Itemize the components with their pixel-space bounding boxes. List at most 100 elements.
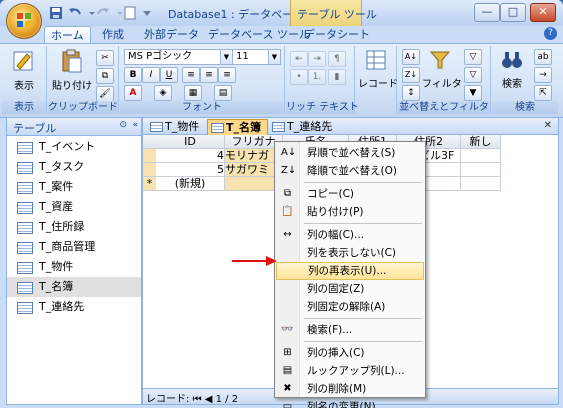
select-all-cell[interactable] — [143, 135, 157, 149]
italic-icon[interactable]: I — [142, 67, 160, 83]
table-cell[interactable] — [461, 163, 501, 177]
font-name-select[interactable]: MS Pゴシック ▼ — [124, 49, 233, 65]
close-document-icon[interactable]: ✕ — [544, 120, 552, 131]
nav-item[interactable]: T_商品管理 — [7, 237, 141, 257]
cut-icon[interactable]: ✂ — [96, 50, 114, 66]
format-painter-icon[interactable]: 🖌 — [96, 86, 114, 102]
align-left-icon[interactable]: ≡ — [182, 67, 200, 83]
table-cell[interactable]: (新規) — [156, 177, 225, 191]
row-selector[interactable] — [143, 149, 157, 163]
sort-descending-icon[interactable]: Z↓ — [402, 67, 420, 83]
nav-item[interactable]: T_案件 — [7, 177, 141, 197]
tab-home[interactable]: ホーム — [44, 26, 91, 44]
view-button[interactable]: 表示 — [6, 48, 42, 92]
table-cell[interactable]: 4 — [156, 149, 225, 163]
table-cell[interactable] — [461, 149, 501, 163]
sort-ascending-icon[interactable]: A↓ — [402, 49, 420, 65]
paste-button[interactable]: 貼り付け — [52, 48, 92, 92]
underline-icon[interactable]: U — [160, 67, 178, 83]
paragraph-direction-icon[interactable]: ¶ — [328, 51, 346, 67]
align-right-icon[interactable]: ≡ — [218, 67, 236, 83]
menu-item[interactable]: ↔ 列の幅(C)... — [276, 226, 424, 244]
filter-button[interactable]: フィルタ — [422, 48, 462, 90]
doc-tab-t-meibo[interactable]: T_名簿 — [207, 119, 269, 135]
office-button[interactable] — [6, 3, 42, 39]
nav-dropdown-icon[interactable]: ⊙ — [119, 120, 127, 130]
find-button[interactable]: 検索 — [494, 48, 530, 90]
records-button[interactable]: レコード — [358, 48, 398, 90]
menu-item-label: 貼り付け(P) — [307, 206, 364, 218]
undo-icon[interactable] — [67, 5, 83, 21]
new-document-icon[interactable] — [122, 5, 138, 21]
font-color-icon[interactable]: A — [124, 85, 142, 101]
align-center-icon[interactable]: ≡ — [200, 67, 218, 83]
menu-item[interactable]: 📋 貼り付け(P) — [276, 203, 424, 221]
menu-item[interactable]: ⧉ コピー(C) — [276, 185, 424, 203]
doc-tab-t-renrakusaki[interactable]: T_連絡先 — [269, 119, 338, 134]
nav-item[interactable]: T_住所録 — [7, 217, 141, 237]
row-selector[interactable]: * — [143, 177, 157, 191]
menu-item[interactable]: 列を表示しない(C) — [276, 244, 424, 262]
bullets-icon[interactable]: • — [290, 69, 308, 85]
customize-qat-icon[interactable] — [139, 5, 155, 21]
document-tab-bar: T_物件 T_名簿 T_連絡先 ✕ — [143, 118, 558, 135]
nav-item[interactable]: T_イベント — [7, 137, 141, 157]
menu-item[interactable]: ▭ 列名の変更(N) — [276, 398, 424, 408]
row-selector[interactable] — [143, 163, 157, 177]
copy-icon[interactable]: ⧉ — [96, 68, 114, 84]
table-cell[interactable]: 5 — [156, 163, 225, 177]
tab-datasheet[interactable]: データシート — [298, 26, 376, 43]
menu-item[interactable]: A↓ 昇順で並べ替え(S) — [276, 144, 424, 162]
help-icon[interactable]: ? — [544, 27, 557, 40]
menu-item[interactable]: ⊞ 列の挿入(C) — [276, 344, 424, 362]
menu-item[interactable]: 列の固定(Z) — [276, 280, 424, 298]
doc-tab-t-bukken[interactable]: T_物件 — [147, 119, 205, 134]
nav-header[interactable]: テーブル ⊙ « — [7, 118, 141, 136]
nav-item[interactable]: T_名簿 — [7, 277, 141, 297]
clear-sort-icon[interactable]: ↕ — [402, 85, 420, 101]
menu-item[interactable]: 列の再表示(U)... — [276, 262, 424, 280]
menu-item[interactable]: ✖ 列の削除(M) — [276, 380, 424, 398]
numbering-icon[interactable]: 1. — [308, 69, 326, 85]
table-icon — [150, 122, 163, 132]
replace-icon[interactable]: ab — [534, 49, 552, 65]
highlight-icon[interactable]: ▮ — [328, 69, 346, 85]
decrease-indent-icon[interactable]: ⇤ — [290, 51, 308, 67]
prev-record-button[interactable]: ◀ — [205, 394, 213, 405]
nav-item[interactable]: T_資産 — [7, 197, 141, 217]
minimize-button[interactable]: — — [474, 3, 500, 22]
filter-icon — [429, 51, 451, 69]
column-header[interactable]: ID — [156, 135, 225, 149]
nav-item[interactable]: T_物件 — [7, 257, 141, 277]
goto-icon[interactable]: → — [534, 67, 552, 83]
menu-item-label: 列の削除(M) — [307, 383, 367, 395]
table-cell[interactable] — [461, 177, 501, 191]
nav-item[interactable]: T_連絡先 — [7, 297, 141, 317]
increase-indent-icon[interactable]: ⇥ — [308, 51, 326, 67]
title-bar: Database1 : データベース ... テーブル ツール — □ ✕ — [0, 0, 563, 39]
fill-color-icon[interactable]: ◈ — [154, 85, 172, 101]
tab-create[interactable]: 作成 — [96, 26, 130, 43]
save-icon[interactable] — [48, 5, 64, 21]
selection-filter-icon[interactable]: ▽ — [464, 49, 482, 65]
tab-external-data[interactable]: 外部データ — [138, 26, 205, 43]
alt-fill-icon[interactable]: ▤ — [214, 85, 232, 101]
menu-item[interactable]: ▤ ルックアップ列(L)... — [276, 362, 424, 380]
font-size-select[interactable]: 11 ▼ — [232, 49, 281, 65]
advanced-filter-icon[interactable]: ▽ — [464, 67, 482, 83]
menu-item[interactable]: 列固定の解除(A) — [276, 298, 424, 316]
first-record-button[interactable]: ⏮ — [193, 394, 202, 405]
redo-icon[interactable] — [95, 5, 111, 21]
gridlines-icon[interactable]: ▦ — [184, 85, 202, 101]
toggle-filter-icon[interactable]: ▼ — [464, 85, 482, 101]
nav-item[interactable]: T_タスク — [7, 157, 141, 177]
column-header[interactable]: 新し — [461, 135, 501, 149]
close-button[interactable]: ✕ — [530, 3, 556, 22]
select-icon[interactable]: ⇱ — [534, 85, 552, 101]
menu-item[interactable]: 👓 検索(F)... — [276, 321, 424, 339]
maximize-button[interactable]: □ — [500, 3, 526, 22]
bold-icon[interactable]: B — [124, 67, 142, 83]
nav-collapse-icon[interactable]: « — [132, 120, 138, 130]
record-position[interactable]: 1 / 2 — [216, 394, 238, 405]
menu-item[interactable]: Z↓ 降順で並べ替え(O) — [276, 162, 424, 180]
